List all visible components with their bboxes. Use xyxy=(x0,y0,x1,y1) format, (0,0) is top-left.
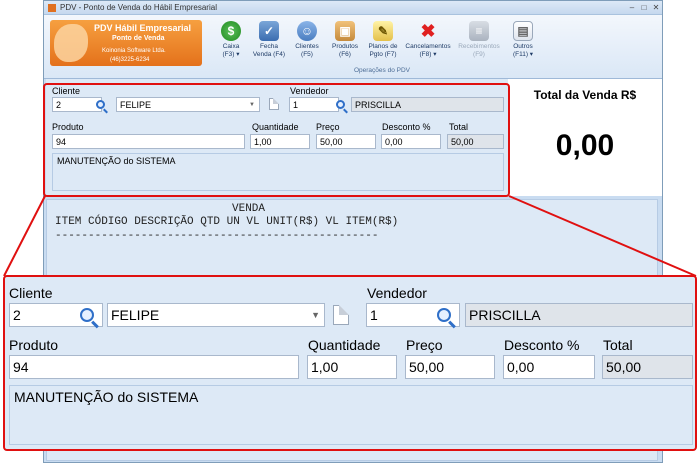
clientes-button[interactable]: ☺ Clientes (F5) xyxy=(288,21,326,59)
zoom-produto-label: Produto xyxy=(9,337,59,353)
money-icon: $ xyxy=(221,21,241,41)
outros-label: Outros xyxy=(513,43,533,50)
zoom-vendedor-search-button[interactable] xyxy=(434,305,454,325)
clients-icon: ☺ xyxy=(297,21,317,41)
cancelamentos-shortcut: (F8) ▾ xyxy=(419,51,437,58)
chevron-down-icon: ▼ xyxy=(311,310,320,320)
close-sale-icon: ✓ xyxy=(259,21,279,41)
zoom-description-value: MANUTENÇÃO do SISTEMA xyxy=(14,389,199,405)
zoom-preco-label: Preço xyxy=(406,337,443,353)
products-icon: ▣ xyxy=(335,21,355,41)
zoom-cliente-label: Cliente xyxy=(9,285,53,301)
receipt-separator: ----------------------------------------… xyxy=(55,230,379,242)
document-icon[interactable] xyxy=(333,305,349,325)
window-title: PDV - Ponto de Venda do Hábil Empresaria… xyxy=(60,3,217,12)
app-logo: PDV Hábil Empresarial Ponto de Venda Koi… xyxy=(50,20,202,66)
fecha-venda-shortcut: Venda (F4) xyxy=(252,51,286,58)
planos-pgto-button[interactable]: ✎ Planos de Pgto (F7) xyxy=(364,21,402,59)
fecha-venda-button[interactable]: ✓ Fecha Venda (F4) xyxy=(250,21,288,59)
zoom-quantidade-field[interactable]: 1,00 xyxy=(307,355,397,379)
payment-plans-icon: ✎ xyxy=(373,21,393,41)
produtos-button[interactable]: ▣ Produtos (F6) xyxy=(326,21,364,59)
search-icon xyxy=(80,308,94,322)
receipts-icon: ≡ xyxy=(469,21,489,41)
clientes-label: Clientes xyxy=(295,43,319,50)
zoom-vendedor-name-value: PRISCILLA xyxy=(469,307,541,323)
zoom-preco-field[interactable]: 50,00 xyxy=(405,355,495,379)
cancelamentos-button[interactable]: ✖ Cancelamentos (F8) ▾ xyxy=(402,21,454,59)
recebimentos-label: Recebimentos xyxy=(458,43,500,50)
toolbar: $ Caixa (F3) ▾ ✓ Fecha Venda (F4) ☺ Clie… xyxy=(212,21,542,59)
logo-subtitle: Ponto de Venda xyxy=(112,35,165,42)
app-icon xyxy=(48,3,56,12)
recebimentos-button: ≡ Recebimentos (F9) xyxy=(454,21,504,59)
zoom-cliente-search-button[interactable] xyxy=(77,305,97,325)
maximize-icon[interactable]: □ xyxy=(638,3,650,13)
zoom-vendedor-code-value: 1 xyxy=(370,307,378,323)
logo-title: PDV Hábil Empresarial xyxy=(94,23,192,33)
zoom-total-value: 50,00 xyxy=(606,359,642,375)
zoom-quantidade-value: 1,00 xyxy=(311,359,339,375)
zoom-total-label: Total xyxy=(603,337,633,353)
planos-pgto-shortcut: Pgto (F7) xyxy=(369,51,397,58)
zoom-description-field[interactable]: MANUTENÇÃO do SISTEMA xyxy=(9,385,693,445)
lion-logo-icon xyxy=(54,24,88,62)
caixa-label: Caixa xyxy=(222,43,240,50)
outros-button[interactable]: ▤ Outros (F11) ▾ xyxy=(504,21,542,59)
caixa-button[interactable]: $ Caixa (F3) ▾ xyxy=(212,21,250,59)
search-icon xyxy=(437,308,451,322)
zoomed-sale-form: Cliente 2 FELIPE ▼ Vendedor 1 PRISCILLA … xyxy=(3,275,697,451)
receipt-title: VENDA xyxy=(232,203,266,215)
zoom-vendedor-label: Vendedor xyxy=(367,285,427,301)
produtos-shortcut: (F6) xyxy=(339,51,351,58)
ribbon: PDV Hábil Empresarial Ponto de Venda Koi… xyxy=(44,15,662,79)
recebimentos-shortcut: (F9) xyxy=(473,51,485,58)
planos-pgto-label: Planos de xyxy=(368,43,398,50)
outros-shortcut: (F11) ▾ xyxy=(512,51,534,58)
zoom-produto-value: 94 xyxy=(13,359,29,375)
zoom-quantidade-label: Quantidade xyxy=(308,337,381,353)
zoom-preco-value: 50,00 xyxy=(409,359,445,375)
highlight-frame xyxy=(43,83,510,197)
zoom-cliente-name-select[interactable]: FELIPE ▼ xyxy=(107,303,325,327)
receipt-header: ITEM CÓDIGO DESCRIÇÃO QTD UN VL UNIT(R$)… xyxy=(55,216,399,228)
operations-group-label: Operações do PDV xyxy=(353,67,410,74)
cancelamentos-label: Cancelamentos xyxy=(405,43,451,50)
produtos-label: Produtos xyxy=(331,43,359,50)
title-bar: PDV - Ponto de Venda do Hábil Empresaria… xyxy=(44,1,662,15)
total-sale-value: 0,00 xyxy=(555,129,615,162)
zoom-desconto-field[interactable]: 0,00 xyxy=(503,355,595,379)
others-icon: ▤ xyxy=(513,21,533,41)
zoom-vendedor-name-field: PRISCILLA xyxy=(465,303,693,327)
total-sale-label: Total da Venda R$ xyxy=(533,88,637,102)
zoom-produto-field[interactable]: 94 xyxy=(9,355,299,379)
cancel-icon: ✖ xyxy=(420,21,436,41)
zoom-cliente-code-value: 2 xyxy=(13,307,21,323)
logo-phone: (46)3225-6234 xyxy=(110,57,150,63)
caixa-shortcut: (F3) ▾ xyxy=(222,51,240,58)
logo-company: Koinonia Software Ltda. xyxy=(102,48,166,54)
zoom-desconto-value: 0,00 xyxy=(507,359,535,375)
total-sale-box: Total da Venda R$ 0,00 xyxy=(508,79,662,196)
zoom-total-field: 50,00 xyxy=(602,355,693,379)
close-icon[interactable]: ✕ xyxy=(650,3,662,13)
minimize-icon[interactable]: – xyxy=(626,3,638,13)
window-controls: – □ ✕ xyxy=(626,3,662,13)
zoom-cliente-name-value: FELIPE xyxy=(111,307,160,323)
connector-left-line xyxy=(3,195,46,277)
clientes-shortcut: (F5) xyxy=(301,51,313,58)
fecha-venda-label: Fecha xyxy=(259,43,279,50)
zoom-desconto-label: Desconto % xyxy=(504,337,580,353)
